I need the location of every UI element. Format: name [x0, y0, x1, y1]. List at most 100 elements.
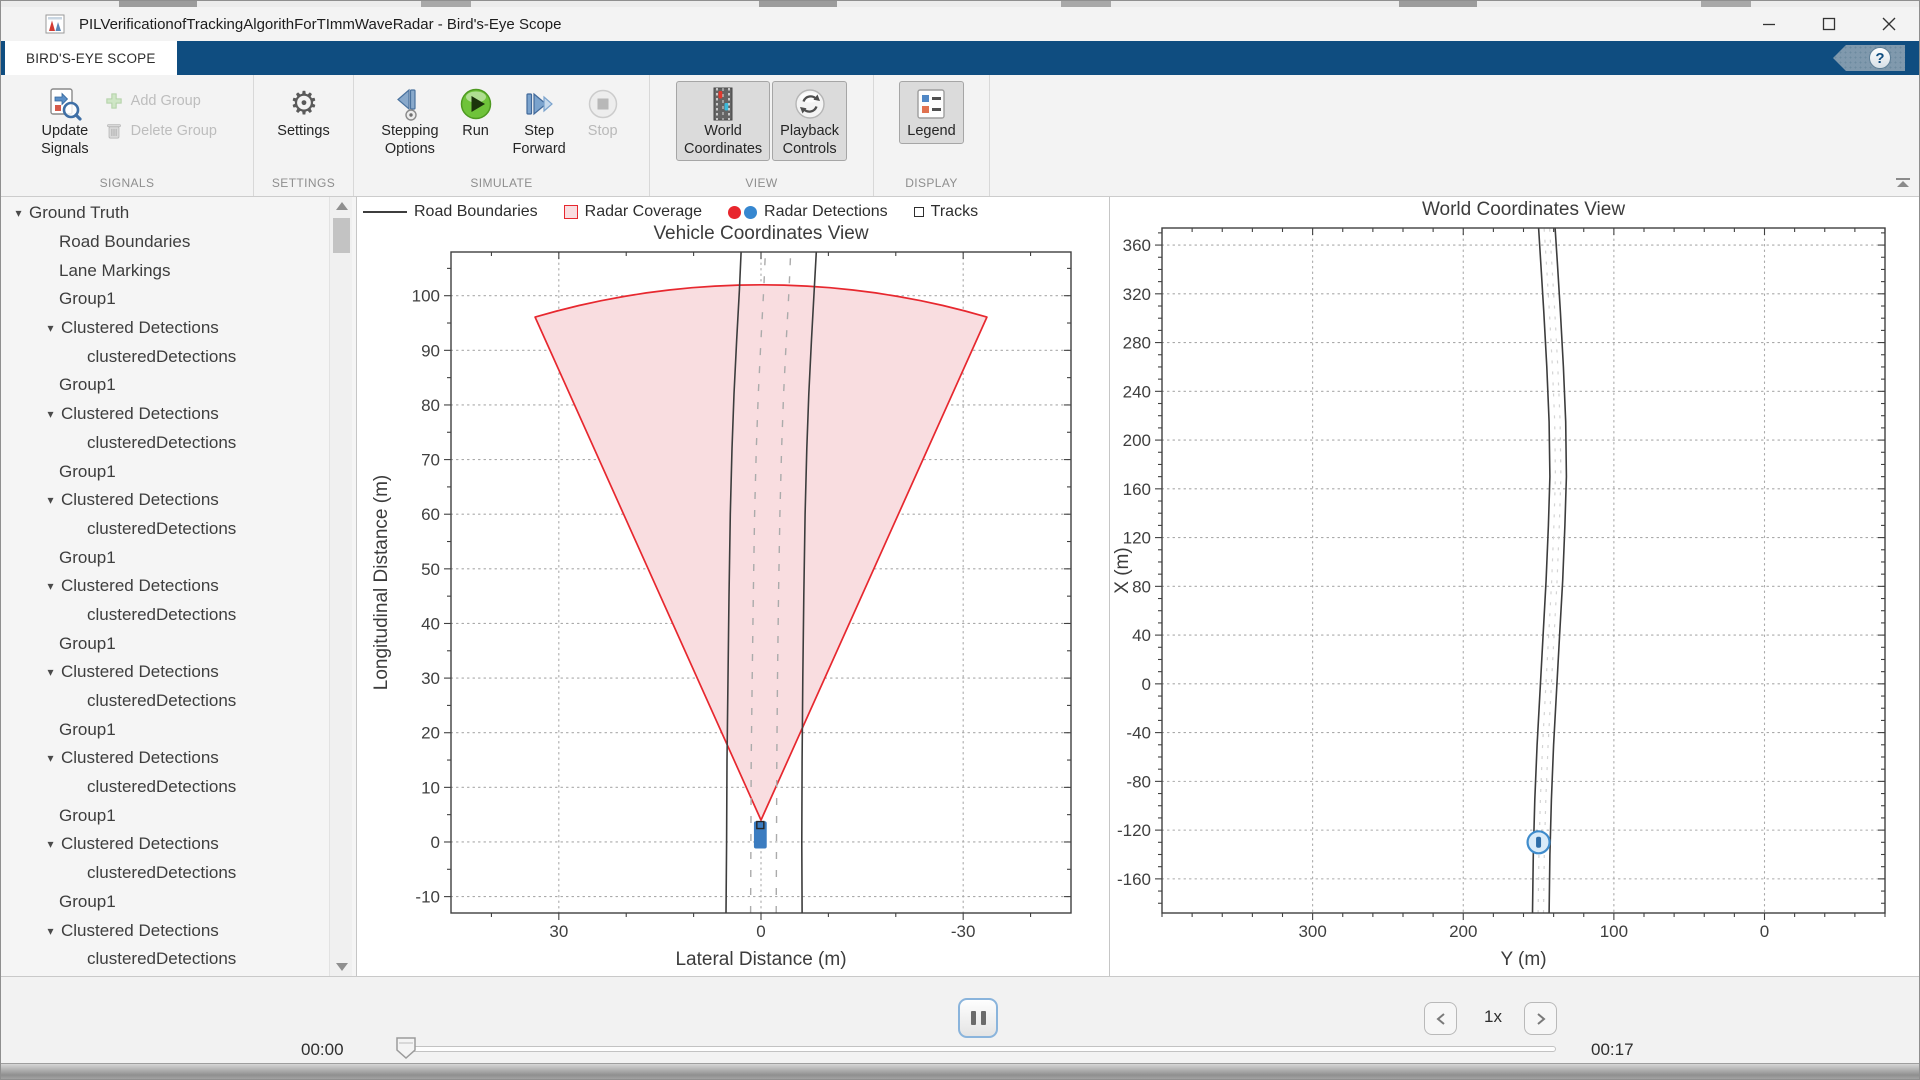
- world-coordinates-plot: 300200100036032028024020016012080400-40-…: [1110, 197, 1919, 981]
- svg-text:-10: -10: [415, 888, 440, 907]
- tree-item-label: Clustered Detections: [61, 318, 219, 338]
- tree-collapse-icon[interactable]: ▾: [43, 407, 58, 421]
- tree-item-clustered-detections[interactable]: ▾Clustered Detections: [1, 658, 356, 687]
- legend-label: Legend: [907, 123, 955, 141]
- tree-item-clustereddetections[interactable]: clusteredDetections: [1, 342, 356, 371]
- tree-item-group1[interactable]: Group1: [1, 888, 356, 917]
- tree-item-clustered-detections[interactable]: ▾Clustered Detections: [1, 916, 356, 945]
- scope-legend: Road BoundariesRadar CoverageRadar Detec…: [363, 197, 978, 227]
- tree-item-clustereddetections[interactable]: clusteredDetections: [1, 687, 356, 716]
- toolstrip-group-settings: ⚙SettingsSETTINGS: [254, 75, 354, 196]
- svg-text:320: 320: [1123, 285, 1151, 304]
- tree-item-clustered-detections[interactable]: ▾Clustered Detections: [1, 572, 356, 601]
- update-signals-icon: [46, 85, 84, 123]
- window-title: PILVerificationofTrackingAlgorithForTImm…: [79, 16, 561, 33]
- svg-text:40: 40: [1132, 626, 1151, 645]
- stepping-options-icon: [391, 85, 429, 123]
- tree-item-label: clusteredDetections: [87, 347, 236, 367]
- settings-button[interactable]: ⚙Settings: [269, 81, 337, 144]
- tree-item-label: Lane Markings: [59, 261, 171, 281]
- run-button[interactable]: Run: [449, 81, 503, 144]
- svg-text:10: 10: [421, 778, 440, 797]
- maximize-button[interactable]: [1799, 7, 1859, 41]
- help-badge[interactable]: ?: [1833, 45, 1905, 71]
- tree-item-clustereddetections[interactable]: clusteredDetections: [1, 601, 356, 630]
- svg-text:280: 280: [1123, 334, 1151, 353]
- tree-item-label: clusteredDetections: [87, 433, 236, 453]
- world-coordinates-toggle[interactable]: WorldCoordinates: [676, 81, 770, 161]
- legend-icon: [912, 85, 950, 123]
- tree-item-clustereddetections[interactable]: clusteredDetections: [1, 945, 356, 974]
- svg-text:120: 120: [1123, 529, 1151, 548]
- tree-item-clustereddetections[interactable]: clusteredDetections: [1, 859, 356, 888]
- tree-item-group1[interactable]: Group1: [1, 371, 356, 400]
- stepping-options-button[interactable]: SteppingOptions: [373, 81, 446, 161]
- world-coordinates-panel: 300200100036032028024020016012080400-40-…: [1110, 197, 1919, 976]
- scroll-up-icon[interactable]: [333, 199, 350, 213]
- tree-item-clustereddetections[interactable]: clusteredDetections: [1, 773, 356, 802]
- tree-item-label: Clustered Detections: [61, 404, 219, 424]
- toolstrip-group-view: WorldCoordinates PlaybackControlsVIEW: [650, 75, 874, 196]
- tree-item-road-boundaries[interactable]: Road Boundaries: [1, 228, 356, 257]
- update-signals-button[interactable]: UpdateSignals: [33, 81, 97, 161]
- tree-item-label: Group1: [59, 375, 116, 395]
- tree-collapse-icon[interactable]: ▾: [43, 493, 58, 507]
- minimize-button[interactable]: [1739, 7, 1799, 41]
- tree-item-ground-truth[interactable]: ▾Ground Truth: [1, 199, 356, 228]
- tree-collapse-icon[interactable]: ▾: [43, 924, 58, 938]
- close-button[interactable]: [1859, 7, 1919, 41]
- timeline-slider-thumb[interactable]: [394, 1036, 418, 1060]
- tree-item-label: clusteredDetections: [87, 863, 236, 883]
- speed-increase-button[interactable]: [1524, 1002, 1557, 1035]
- tree-collapse-icon[interactable]: ▾: [43, 321, 58, 335]
- timeline-slider-track[interactable]: [401, 1046, 1556, 1052]
- tree-item-group1[interactable]: Group1: [1, 457, 356, 486]
- tree-item-clustered-detections[interactable]: ▾Clustered Detections: [1, 744, 356, 773]
- stop-button: Stop: [576, 81, 630, 144]
- tree-item-group1[interactable]: Group1: [1, 285, 356, 314]
- tab-birds-eye-scope[interactable]: BIRD'S-EYE SCOPE: [5, 41, 177, 75]
- tree-item-group1[interactable]: Group1: [1, 801, 356, 830]
- toolstrip-group-simulate: SteppingOptions Run StepForward Stop SIMU…: [354, 75, 650, 196]
- line-swatch-icon: [363, 211, 407, 213]
- scrollbar-thumb[interactable]: [333, 218, 350, 253]
- tree-item-label: clusteredDetections: [87, 949, 236, 969]
- tree-item-clustereddetections[interactable]: clusteredDetections: [1, 429, 356, 458]
- add-group-icon: [103, 90, 125, 112]
- pause-button[interactable]: [958, 998, 998, 1038]
- window-bottom-edge: [1, 1063, 1919, 1080]
- tree-item-group1[interactable]: Group1: [1, 629, 356, 658]
- vehicle-coordinates-plot: 300-301009080706050403020100-10Vehicle C…: [357, 197, 1109, 981]
- svg-text:0: 0: [756, 922, 765, 941]
- step-forward-button[interactable]: StepForward: [505, 81, 574, 161]
- playback-controls-toggle[interactable]: PlaybackControls: [772, 81, 847, 161]
- tree-collapse-icon[interactable]: ▾: [43, 579, 58, 593]
- scroll-down-icon[interactable]: [333, 960, 350, 974]
- toolstrip-section-label: SIMULATE: [354, 176, 649, 196]
- tree-item-clustered-detections[interactable]: ▾Clustered Detections: [1, 486, 356, 515]
- playback-controls-label: Playback: [780, 123, 839, 141]
- collapse-toolstrip-icon[interactable]: [1893, 176, 1913, 190]
- svg-text:360: 360: [1123, 236, 1151, 255]
- birds-eye-scope-window: PILVerificationofTrackingAlgorithForTImm…: [0, 0, 1920, 1080]
- tree-item-label: Group1: [59, 462, 116, 482]
- tree-collapse-icon[interactable]: ▾: [11, 206, 26, 220]
- sidebar-scrollbar[interactable]: [329, 197, 352, 976]
- tree-item-clustered-detections[interactable]: ▾Clustered Detections: [1, 830, 356, 859]
- vehicle-coordinates-panel: Road BoundariesRadar CoverageRadar Detec…: [357, 197, 1110, 976]
- tree-collapse-icon[interactable]: ▾: [43, 665, 58, 679]
- tree-item-clustereddetections[interactable]: clusteredDetections: [1, 515, 356, 544]
- svg-text:160: 160: [1123, 480, 1151, 499]
- tree-item-lane-markings[interactable]: Lane Markings: [1, 256, 356, 285]
- speed-decrease-button[interactable]: [1424, 1002, 1457, 1035]
- tree-item-clustered-detections[interactable]: ▾Clustered Detections: [1, 400, 356, 429]
- tree-item-clustered-detections[interactable]: ▾Clustered Detections: [1, 314, 356, 343]
- tree-collapse-icon[interactable]: ▾: [43, 837, 58, 851]
- legend-item-road-boundaries: Road Boundaries: [363, 203, 538, 221]
- current-time: 00:00: [301, 1040, 344, 1060]
- tree-item-group1[interactable]: Group1: [1, 543, 356, 572]
- legend-toggle[interactable]: Legend: [899, 81, 963, 144]
- tree-item-group1[interactable]: Group1: [1, 715, 356, 744]
- toolstrip-group-signals: UpdateSignals Add Group Delete GroupSIGN…: [1, 75, 254, 196]
- tree-collapse-icon[interactable]: ▾: [43, 751, 58, 765]
